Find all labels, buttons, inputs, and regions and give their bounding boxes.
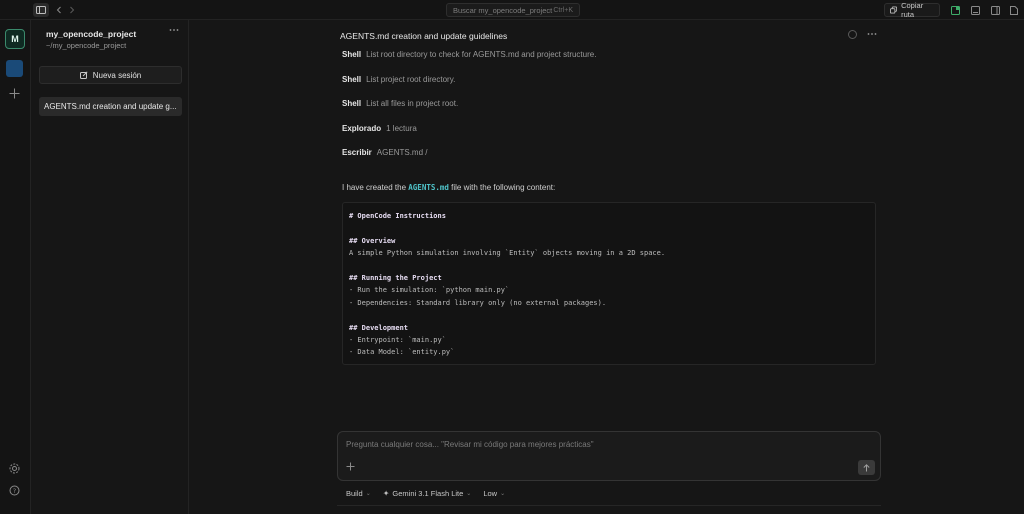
tool-description: AGENTS.md / — [376, 148, 428, 157]
chevron-down-icon: ⌄ — [466, 490, 472, 497]
terminal-icon — [971, 5, 980, 15]
right-panel-button[interactable] — [990, 3, 1001, 17]
agent-label: Build — [346, 488, 363, 498]
plus-icon — [346, 462, 355, 471]
more-icon — [169, 29, 179, 31]
settings-icon — [9, 463, 20, 474]
project-avatar-secondary[interactable] — [6, 60, 23, 77]
tool-call-line[interactable]: Shell List root directory to check for AG… — [342, 50, 596, 59]
response-prefix: I have created the — [342, 183, 407, 192]
project-path: ~/my_opencode_project — [46, 41, 127, 50]
session-more-button[interactable] — [867, 27, 877, 41]
chevron-down-icon: ⌄ — [365, 490, 371, 497]
project-more-button[interactable] — [169, 28, 179, 32]
composer-toolbar: Build ⌄ ✦ Gemini 3.1 Flash Lite ⌄ Low ⌄ — [346, 487, 517, 499]
code-line: - Entrypoint: `main.py` — [349, 335, 446, 344]
arrow-up-icon — [863, 463, 870, 471]
new-session-button[interactable]: Nueva sesión — [39, 66, 182, 84]
prompt-input[interactable] — [344, 438, 844, 450]
settings-button[interactable] — [9, 463, 20, 474]
session-item-label: AGENTS.md creation and update g... — [44, 102, 177, 111]
search-bar[interactable]: Buscar my_opencode_project Ctrl+K — [446, 3, 580, 17]
back-button[interactable] — [54, 3, 64, 17]
tool-call-line[interactable]: Explorado 1 lectura — [342, 124, 417, 133]
composer-divider — [337, 505, 881, 506]
session-item[interactable]: AGENTS.md creation and update g... — [39, 97, 182, 116]
code-line: - Run the simulation: `python main.py` — [349, 286, 510, 295]
sidebar-toggle-icon — [36, 6, 46, 14]
tool-call-line[interactable]: Shell List all files in project root. — [342, 99, 458, 108]
session-title: AGENTS.md creation and update guidelines — [340, 31, 508, 41]
file-button[interactable] — [1008, 3, 1019, 17]
effort-label: Low — [483, 488, 498, 498]
file-icon — [1009, 5, 1018, 15]
sidebar-toggle-button[interactable] — [33, 3, 49, 17]
model-select[interactable]: ✦ Gemini 3.1 Flash Lite ⌄ — [383, 489, 472, 498]
more-icon — [867, 33, 877, 35]
code-line: ## Running the Project — [349, 273, 442, 282]
response-file: AGENTS.md — [408, 183, 449, 192]
help-button[interactable]: ? — [9, 485, 20, 496]
copy-path-label: Copiar ruta — [901, 1, 924, 19]
tool-description: List all files in project root. — [366, 99, 459, 108]
svg-text:?: ? — [13, 487, 16, 495]
tool-call-line[interactable]: Shell List project root directory. — [342, 75, 455, 84]
response-suffix: file with the following content: — [451, 183, 556, 192]
panel-right-icon — [991, 5, 1000, 15]
chevron-down-icon: ⌄ — [500, 490, 506, 497]
code-line: - Dependencies: Standard library only (n… — [349, 298, 607, 307]
tool-name: Shell — [342, 99, 362, 108]
attach-button[interactable] — [346, 462, 355, 471]
tool-description: 1 lectura — [386, 124, 417, 133]
toggle-panel-button[interactable] — [950, 3, 961, 17]
search-shortcut: Ctrl+K — [553, 6, 573, 14]
code-line: ## Overview — [349, 236, 396, 245]
help-icon: ? — [9, 485, 20, 496]
code-block: # OpenCode Instructions ## Overview A si… — [342, 202, 876, 365]
agent-select[interactable]: Build ⌄ — [346, 489, 371, 498]
back-icon — [56, 6, 61, 14]
code-line: # OpenCode Instructions — [349, 212, 446, 220]
forward-icon — [70, 6, 75, 14]
terminal-button[interactable] — [970, 3, 981, 17]
edit-icon — [79, 71, 88, 79]
tool-name: Escribir — [342, 148, 372, 157]
tool-name: Explorado — [342, 124, 382, 133]
model-icon: ✦ — [382, 488, 390, 498]
effort-select[interactable]: Low ⌄ — [483, 489, 505, 498]
search-placeholder: Buscar my_opencode_project — [453, 5, 553, 15]
tool-description: List root directory to check for AGENTS.… — [366, 50, 597, 59]
project-rail: M ? — [0, 20, 31, 514]
send-button[interactable] — [858, 460, 875, 475]
project-avatar[interactable]: M — [5, 29, 25, 49]
prompt-composer — [337, 431, 881, 481]
code-line: ## Development — [349, 323, 409, 332]
add-project-button[interactable] — [9, 88, 20, 99]
new-session-label: Nueva sesión — [92, 70, 142, 80]
model-label: Gemini 3.1 Flash Lite — [392, 488, 464, 498]
assistant-response: I have created the AGENTS.md file with t… — [342, 183, 555, 192]
top-bar: Buscar my_opencode_project Ctrl+K Copiar… — [0, 0, 1024, 20]
session-sidebar: my_opencode_project ~/my_opencode_projec… — [32, 20, 189, 514]
code-line: - Data Model: `entity.py` — [349, 348, 455, 357]
tool-call-line[interactable]: Escribir AGENTS.md / — [342, 148, 427, 157]
tool-name: Shell — [342, 50, 362, 59]
tool-name: Shell — [342, 75, 362, 84]
status-indicator — [848, 30, 857, 39]
project-name: my_opencode_project — [46, 29, 137, 39]
copy-path-button[interactable]: Copiar ruta — [884, 1, 940, 19]
panel-icon — [951, 5, 960, 15]
tool-description: List project root directory. — [366, 75, 456, 84]
plus-icon — [9, 88, 20, 99]
forward-button[interactable] — [67, 3, 77, 17]
copy-icon — [890, 6, 898, 14]
code-line: A simple Python simulation involving `En… — [349, 249, 666, 258]
